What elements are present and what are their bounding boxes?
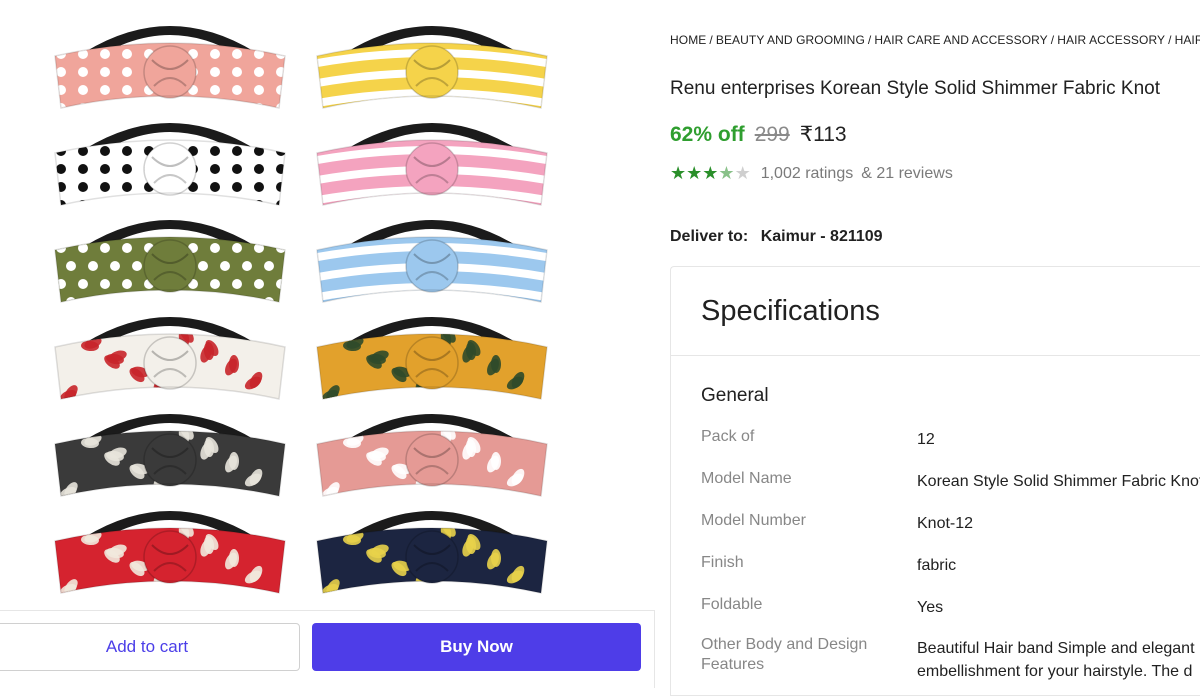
headband-yellow-stripe	[316, 26, 548, 109]
spec-value: fabric	[917, 557, 957, 574]
breadcrumb-home[interactable]: HOME	[670, 33, 706, 47]
headband-red-leaf	[54, 511, 286, 594]
spec-value: Beautiful Hair band Simple and elegant e…	[917, 640, 1195, 680]
action-bar: Add to cart Buy Now	[0, 610, 655, 688]
star-full-icon: ★	[702, 163, 719, 183]
spec-value: Yes	[917, 599, 944, 616]
delivery-info: Deliver to: Kaimur - 821109	[670, 228, 883, 246]
discount-badge: 62% off	[670, 123, 745, 146]
star-half-icon: ★	[718, 163, 735, 183]
product-image[interactable]	[40, 14, 560, 614]
product-details: HOME / BEAUTY AND GROOMING / HAIR CARE AND A…	[670, 0, 1200, 696]
spec-section-general: General	[701, 385, 769, 406]
headband-white-black-dot	[54, 123, 286, 206]
breadcrumb-beauty-grooming[interactable]: BEAUTY AND GROOMING	[716, 33, 865, 47]
rating-stars: ★★★★★	[670, 163, 751, 184]
headband-mustard-floral	[316, 317, 548, 400]
headband-navy-floral	[316, 511, 548, 594]
breadcrumb-separator: /	[867, 33, 872, 47]
spec-value: Knot-12	[917, 515, 974, 532]
headband-pink-floral	[316, 414, 548, 497]
spec-key: Finish	[701, 554, 744, 571]
reviews-count[interactable]: & 21 reviews	[861, 165, 953, 183]
specifications-title: Specifications	[701, 295, 880, 327]
buy-now-button[interactable]: Buy Now	[312, 623, 641, 671]
spec-value: Korean Style Solid Shimmer Fabric Knot	[917, 473, 1200, 490]
spec-key: Model Name	[701, 470, 792, 487]
star-empty-icon: ★	[734, 163, 751, 183]
headband-blue-stripe	[316, 220, 548, 303]
product-image-panel: Add to cart Buy Now	[0, 0, 655, 688]
price-row: 62% off 299 ₹113	[670, 122, 847, 147]
star-full-icon: ★	[686, 163, 703, 183]
add-to-cart-button[interactable]: Add to cart	[0, 623, 300, 671]
headband-red-floral-white	[54, 317, 286, 400]
spec-key: Foldable	[701, 596, 763, 613]
breadcrumb-hair-care[interactable]: HAIR CARE AND ACCESSORY	[874, 33, 1047, 47]
delivery-label: Deliver to:	[670, 228, 749, 245]
breadcrumb: HOME / BEAUTY AND GROOMING / HAIR CARE AND A…	[670, 33, 1200, 47]
breadcrumb-separator: /	[709, 33, 713, 47]
headband-pink-stripe	[316, 123, 548, 206]
ratings-count[interactable]: 1,002 ratings	[761, 165, 854, 183]
breadcrumb-separator: /	[1168, 33, 1172, 47]
delivery-location[interactable]: Kaimur - 821109	[761, 228, 883, 245]
product-title: Renu enterprises Korean Style Solid Shim…	[670, 78, 1161, 99]
headband-olive-polka-dot	[54, 220, 286, 303]
breadcrumb-separator: /	[1050, 33, 1055, 47]
spec-key: Pack of	[701, 428, 755, 445]
star-full-icon: ★	[670, 163, 687, 183]
spec-key: Other Body and Design Features	[701, 636, 868, 673]
selling-price: ₹113	[799, 123, 847, 146]
specifications-card: Specifications General Pack of 12 Model …	[670, 266, 1200, 696]
rating-row: ★★★★★ 1,002 ratings & 21 reviews	[670, 163, 953, 184]
headband-pink-polka-dot	[54, 26, 286, 109]
breadcrumb-hair-accessory[interactable]: HAIR ACCESSORY	[1057, 33, 1165, 47]
spec-key: Model Number	[701, 512, 806, 529]
headband-black-white-leaf	[54, 414, 286, 497]
breadcrumb-hair[interactable]: HAIR	[1175, 33, 1200, 47]
original-price: 299	[754, 123, 790, 146]
specifications-header: Specifications	[671, 267, 1200, 356]
spec-value: 12	[917, 431, 935, 448]
